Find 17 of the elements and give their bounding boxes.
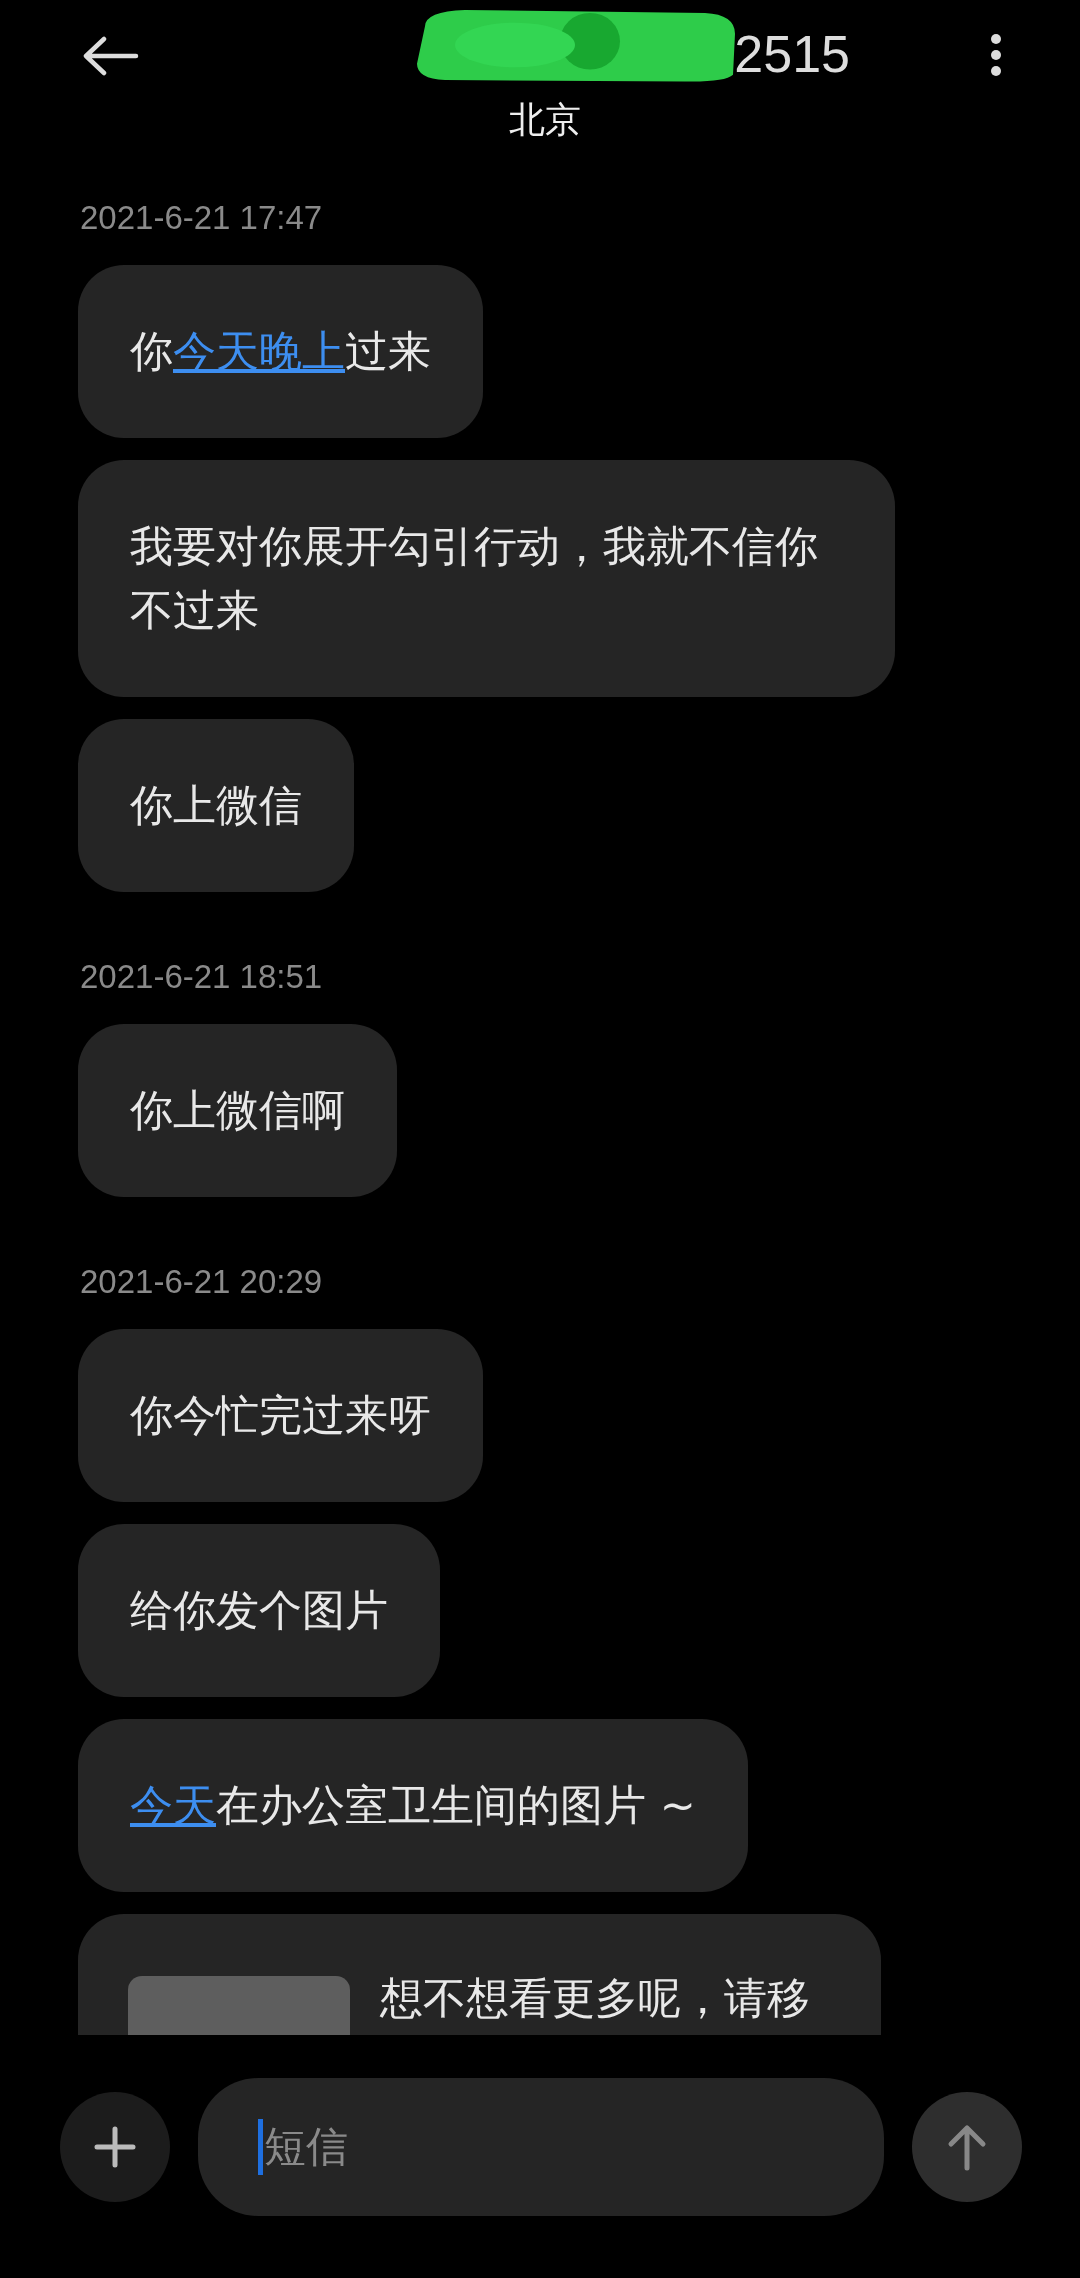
message-input-field[interactable]: 短信	[198, 2077, 884, 2216]
message-timestamp: 2021-6-21 20:29	[80, 1262, 323, 1302]
message-link[interactable]: 今天晚上	[173, 326, 345, 376]
message-card[interactable]: 想不想看更多呢，请移	[78, 1914, 881, 2035]
message-bubble[interactable]: 今天在办公室卫生间的图片 ~	[78, 1719, 748, 1892]
message-bubble[interactable]: 你上微信啊	[78, 1024, 397, 1197]
message-timestamp: 2021-6-21 18:51	[80, 957, 323, 997]
message-timestamp: 2021-6-21 17:47	[80, 198, 323, 238]
message-bubble[interactable]: 你上微信	[78, 719, 354, 892]
message-link[interactable]: 今天	[130, 1780, 216, 1830]
message-bubble[interactable]: 我要对你展开勾引行动，我就不信你不过来	[78, 460, 895, 697]
message-bubble[interactable]: 你今忙完过来呀	[78, 1329, 483, 1502]
contact-number: 2515	[734, 24, 850, 84]
message-bubble[interactable]: 你今天晚上过来	[78, 265, 483, 438]
contact-location: 北京	[509, 98, 581, 142]
message-bubble[interactable]: 给你发个图片	[78, 1524, 440, 1697]
card-text: 想不想看更多呢，请移	[380, 1972, 811, 2025]
